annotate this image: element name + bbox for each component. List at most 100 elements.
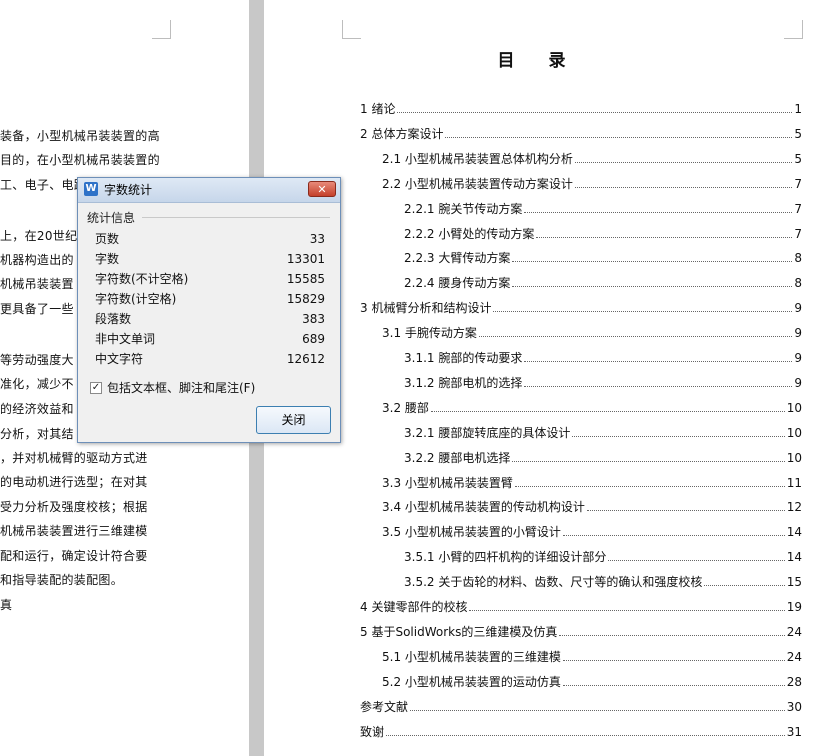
body-text-line: 工、电子、电路 [0, 178, 87, 192]
include-textbox-checkbox[interactable]: ✓ [90, 382, 102, 394]
toc-leader-dots [562, 659, 785, 661]
toc-entry-label: 3.3 小型机械吊装装置臂 [382, 475, 513, 490]
dialog-title: 字数统计 [104, 183, 153, 197]
body-text-line: 的电动机进行选型；在对其 [0, 475, 148, 489]
toc-entry[interactable]: 2.2.3 大臂传动方案 8 [404, 250, 802, 266]
toc-entry[interactable]: 2.2 小型机械吊装装置传动方案设计 7 [382, 176, 802, 192]
toc-entry[interactable]: 2.2.2 小臂处的传动方案 7 [404, 226, 802, 242]
toc-entry[interactable]: 2.2.4 腰身传动方案 8 [404, 275, 802, 291]
toc-leader-dots [512, 261, 793, 263]
stat-row: 字符数(不计空格) 15585 [95, 269, 325, 289]
toc-entry-label: 5 基于SolidWorks的三维建模及仿真 [360, 624, 558, 639]
toc-entry-page: 8 [794, 251, 802, 266]
toc-entry[interactable]: 3.1.2 腕部电机的选择 9 [404, 375, 802, 391]
toc-entry[interactable]: 致谢 31 [360, 724, 802, 740]
stat-row: 字数 13301 [95, 249, 325, 269]
toc-entry[interactable]: 3.5.1 小臂的四杆机构的详细设计部分 14 [404, 549, 802, 565]
stat-label: 字符数(计空格) [95, 292, 177, 306]
toc-leader-dots [524, 211, 793, 213]
body-text-line: 机械吊装装置进行三维建模 [0, 524, 148, 538]
toc-entry[interactable]: 3.3 小型机械吊装装置臂 11 [382, 475, 802, 491]
stat-row: 页数 33 [95, 229, 325, 249]
toc-entry-page: 9 [794, 375, 802, 390]
toc-entry-page: 5 [794, 151, 802, 166]
toc-leader-dots [559, 634, 785, 636]
toc-leader-dots [536, 236, 793, 238]
toc-entry-label: 2.2.4 腰身传动方案 [404, 276, 511, 291]
toc-leader-dots [524, 385, 793, 387]
toc-entry-page: 11 [786, 475, 802, 490]
body-text-line: 分析，对其结 [0, 427, 74, 441]
stat-value: 15585 [286, 272, 325, 286]
toc-entry-label: 3.1.2 腕部电机的选择 [404, 375, 523, 390]
page-corner-mark [342, 20, 361, 39]
toc-entry[interactable]: 3.1.1 腕部的传动要求 9 [404, 350, 802, 366]
toc-entry-label: 参考文献 [360, 699, 409, 714]
toc-entry[interactable]: 5.2 小型机械吊装装置的运动仿真 28 [382, 674, 802, 690]
toc-leader-dots [572, 435, 785, 437]
toc-entry-page: 28 [786, 674, 802, 689]
toc-entry-page: 15 [786, 575, 802, 590]
stat-row: 中文字符 12612 [95, 349, 325, 369]
toc-entry-page: 14 [786, 550, 802, 565]
toc-entry-page: 30 [786, 699, 802, 714]
close-button[interactable]: 关闭 [256, 406, 331, 434]
toc-entry-label: 3.5.2 关于齿轮的材料、齿数、尺寸等的确认和强度校核 [404, 575, 703, 590]
toc-entry[interactable]: 3.5.2 关于齿轮的材料、齿数、尺寸等的确认和强度校核 15 [404, 574, 802, 590]
toc-leader-dots [445, 136, 793, 138]
stat-value: 12612 [286, 352, 325, 366]
toc-entry-page: 7 [794, 201, 802, 216]
toc-entry-label: 3 机械臂分析和结构设计 [360, 301, 492, 316]
toc-entry[interactable]: 3.5 小型机械吊装装置的小臂设计 14 [382, 524, 802, 540]
toc-entry[interactable]: 1 绪论 1 [360, 101, 802, 117]
body-text-line: 上，在20世纪 [0, 229, 78, 243]
stat-label: 中文字符 [95, 352, 144, 366]
toc-entry[interactable]: 3.2 腰部 10 [382, 400, 802, 416]
toc-entry-label: 2 总体方案设计 [360, 126, 444, 141]
body-text-line: 受力分析及强度校核；根据 [0, 500, 148, 514]
toc-leader-dots [514, 485, 785, 487]
toc-entry-label: 3.2 腰部 [382, 400, 429, 415]
toc-entry-page: 12 [786, 500, 802, 515]
toc-entry[interactable]: 3.2.1 腰部旋转底座的具体设计 10 [404, 425, 802, 441]
toc-entry[interactable]: 3.1 手腕传动方案 9 [382, 325, 802, 341]
toc-entry-page: 8 [794, 276, 802, 291]
toc-leader-dots [574, 186, 793, 188]
section-divider [142, 217, 330, 218]
toc-entry-label: 1 绪论 [360, 102, 396, 116]
toc-entry-label: 2.1 小型机械吊装装置总体机构分析 [382, 151, 573, 166]
toc-entry[interactable]: 2.2.1 腕关节传动方案 7 [404, 201, 802, 217]
toc-entry[interactable]: 参考文献 30 [360, 699, 802, 715]
toc-entry[interactable]: 3.4 小型机械吊装装置的传动机构设计 12 [382, 499, 802, 515]
stat-value: 383 [302, 312, 325, 326]
toc-entry[interactable]: 3 机械臂分析和结构设计 9 [360, 300, 802, 316]
toc-entry-label: 3.1.1 腕部的传动要求 [404, 351, 523, 365]
word-count-dialog: W 字数统计 ✕ 统计信息 页数 33 字数 13301 字符数(不计空格) 15585 字… [77, 177, 341, 443]
stat-value: 13301 [286, 252, 325, 266]
toc-entry[interactable]: 3.2.2 腰部电机选择 10 [404, 450, 802, 466]
toc-entry-page: 9 [794, 326, 802, 341]
toc-entry[interactable]: 2.1 小型机械吊装装置总体机构分析 5 [382, 151, 802, 167]
stat-row: 段落数 383 [95, 309, 325, 329]
stat-row: 字符数(计空格) 15829 [95, 289, 325, 309]
toc-entry-page: 7 [794, 176, 802, 191]
close-icon[interactable]: ✕ [308, 181, 336, 197]
toc-leader-dots [512, 460, 785, 462]
toc-entry-label: 4 关键零部件的校核 [360, 600, 468, 614]
body-text-line: 准化，减少不 [0, 377, 74, 391]
dialog-titlebar[interactable]: W 字数统计 ✕ [78, 178, 340, 203]
body-text-line: 目的，在小型机械吊装装置的 [0, 153, 160, 167]
toc-entry-label: 5.2 小型机械吊装装置的运动仿真 [382, 674, 561, 689]
toc-entry[interactable]: 4 关键零部件的校核 19 [360, 599, 802, 615]
toc-entry-label: 3.1 手腕传动方案 [382, 326, 477, 341]
page-corner-mark [784, 20, 803, 39]
include-textbox-label[interactable]: 包括文本框、脚注和尾注(F) [107, 380, 255, 396]
toc-entry[interactable]: 5.1 小型机械吊装装置的三维建模 24 [382, 649, 802, 665]
stat-row: 非中文单词 689 [95, 329, 325, 349]
toc-entry[interactable]: 5 基于SolidWorks的三维建模及仿真 24 [360, 624, 802, 640]
toc-leader-dots [410, 709, 785, 711]
toc-entry[interactable]: 2 总体方案设计 5 [360, 126, 802, 142]
toc-entry-label: 3.4 小型机械吊装装置的传动机构设计 [382, 500, 585, 515]
toc-leader-dots [512, 286, 793, 288]
toc-entry-label: 3.5 小型机械吊装装置的小臂设计 [382, 525, 561, 540]
